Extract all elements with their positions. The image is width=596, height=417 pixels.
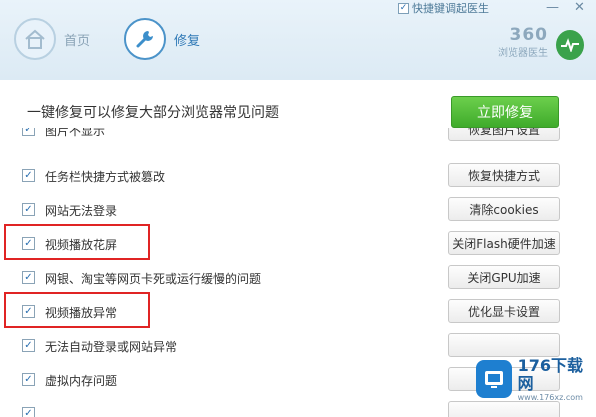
- item-fix-button[interactable]: 恢复快捷方式: [448, 163, 560, 187]
- brand-logo: 360 浏览器医生: [488, 26, 548, 59]
- tab-home[interactable]: 首页: [14, 18, 90, 60]
- header: ✓ 快捷键调起医生 — ✕ 首页 修复 360 浏览器医生: [0, 0, 596, 80]
- item-checkbox[interactable]: ✓: [22, 169, 35, 182]
- highlight-box-video-glitch: [4, 224, 150, 260]
- home-icon: [14, 18, 56, 60]
- item-checkbox[interactable]: ✓: [22, 373, 35, 386]
- item-label: 图片不显示: [45, 128, 106, 138]
- item-checkbox[interactable]: ✓: [22, 407, 35, 417]
- wrench-icon: [124, 18, 166, 60]
- list-item: ✓ 网站无法登录 清除cookies: [0, 194, 596, 228]
- tab-repair-label: 修复: [174, 33, 201, 49]
- brand-subtitle: 浏览器医生: [498, 48, 548, 59]
- item-label: 网站无法登录: [45, 204, 118, 218]
- item-label: 任务栏快捷方式被篡改: [45, 170, 166, 184]
- item-fix-button[interactable]: 关闭Flash硬件加速: [448, 231, 560, 255]
- watermark: 176下载网 www.176xz.com: [476, 356, 594, 402]
- shortcut-checkbox[interactable]: ✓: [398, 2, 409, 14]
- highlight-box-video-error: [4, 292, 150, 328]
- watermark-url: www.176xz.com: [517, 392, 583, 402]
- close-icon[interactable]: ✕: [574, 0, 585, 15]
- shortcut-label: 快捷键调起医生: [412, 2, 489, 15]
- watermark-logo-icon: [476, 360, 512, 398]
- item-label: 网银、淘宝等网页卡死或运行缓慢的问题: [45, 272, 262, 286]
- repair-now-button[interactable]: 立即修复: [451, 96, 559, 128]
- item-fix-button[interactable]: 恢复图片设置: [448, 128, 560, 141]
- heartbeat-icon: [556, 30, 584, 60]
- brand-name: 360: [509, 25, 548, 45]
- item-checkbox[interactable]: ✓: [22, 271, 35, 284]
- item-checkbox[interactable]: ✓: [22, 339, 35, 352]
- item-fix-button[interactable]: 关闭GPU加速: [448, 265, 560, 289]
- item-label: 无法自动登录或网站异常: [45, 340, 178, 354]
- list-item: ✓ 图片不显示 恢复图片设置: [0, 128, 596, 148]
- item-checkbox[interactable]: ✓: [22, 128, 35, 136]
- repair-description: 一键修复可以修复大部分浏览器常见问题: [27, 105, 279, 121]
- item-label: 虚拟内存问题: [45, 374, 118, 388]
- shortcut-option[interactable]: ✓ 快捷键调起医生: [398, 0, 489, 16]
- item-fix-button[interactable]: 优化显卡设置: [448, 299, 560, 323]
- minimize-icon[interactable]: —: [546, 0, 559, 15]
- watermark-text: 176下载网: [517, 355, 584, 393]
- item-checkbox[interactable]: ✓: [22, 203, 35, 216]
- item-fix-button[interactable]: [448, 333, 560, 357]
- tab-home-label: 首页: [64, 33, 91, 49]
- list-item: ✓ 网银、淘宝等网页卡死或运行缓慢的问题 关闭GPU加速: [0, 262, 596, 296]
- item-fix-button[interactable]: 清除cookies: [448, 197, 560, 221]
- item-fix-button[interactable]: [448, 401, 560, 417]
- list-item: ✓ 任务栏快捷方式被篡改 恢复快捷方式: [0, 160, 596, 194]
- tab-repair[interactable]: 修复: [124, 18, 200, 60]
